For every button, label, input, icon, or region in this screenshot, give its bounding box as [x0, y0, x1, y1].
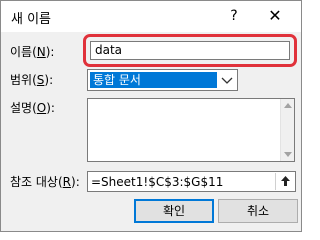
comment-textarea[interactable]: [87, 98, 295, 162]
collapse-arrow-icon: [281, 176, 290, 186]
refers-to-label: 참조 대상(R):: [10, 175, 80, 189]
cancel-button[interactable]: 취소: [218, 199, 298, 223]
close-button[interactable]: ✕: [263, 4, 287, 28]
scope-dropdown[interactable]: 통합 문서: [87, 69, 238, 91]
refers-to-value: =Sheet1!$C$3:$G$11: [91, 175, 224, 189]
help-button[interactable]: ?: [223, 4, 245, 28]
scope-selected-value: 통합 문서: [90, 72, 217, 88]
chevron-down-icon[interactable]: [218, 71, 236, 89]
name-field-highlight: data: [83, 34, 297, 67]
name-label: 이름(N):: [10, 45, 55, 59]
ok-button[interactable]: 확인: [134, 199, 214, 223]
collapse-dialog-button[interactable]: [275, 173, 294, 190]
title-bar[interactable]: 새 이름 ? ✕: [1, 1, 301, 32]
scroll-down-arrow-icon[interactable]: [284, 152, 292, 157]
comment-scrollbar[interactable]: [280, 99, 294, 161]
dialog-title: 새 이름: [11, 12, 52, 27]
refers-to-input[interactable]: =Sheet1!$C$3:$G$11: [87, 171, 296, 192]
name-input[interactable]: data: [90, 41, 290, 60]
scroll-up-arrow-icon[interactable]: [284, 103, 292, 108]
new-name-dialog: 새 이름 ? ✕ 이름(N): data 범위(S): 통합 문서 설명(O):…: [0, 0, 302, 232]
scope-label: 범위(S):: [10, 73, 54, 87]
comment-label: 설명(O):: [10, 101, 55, 115]
